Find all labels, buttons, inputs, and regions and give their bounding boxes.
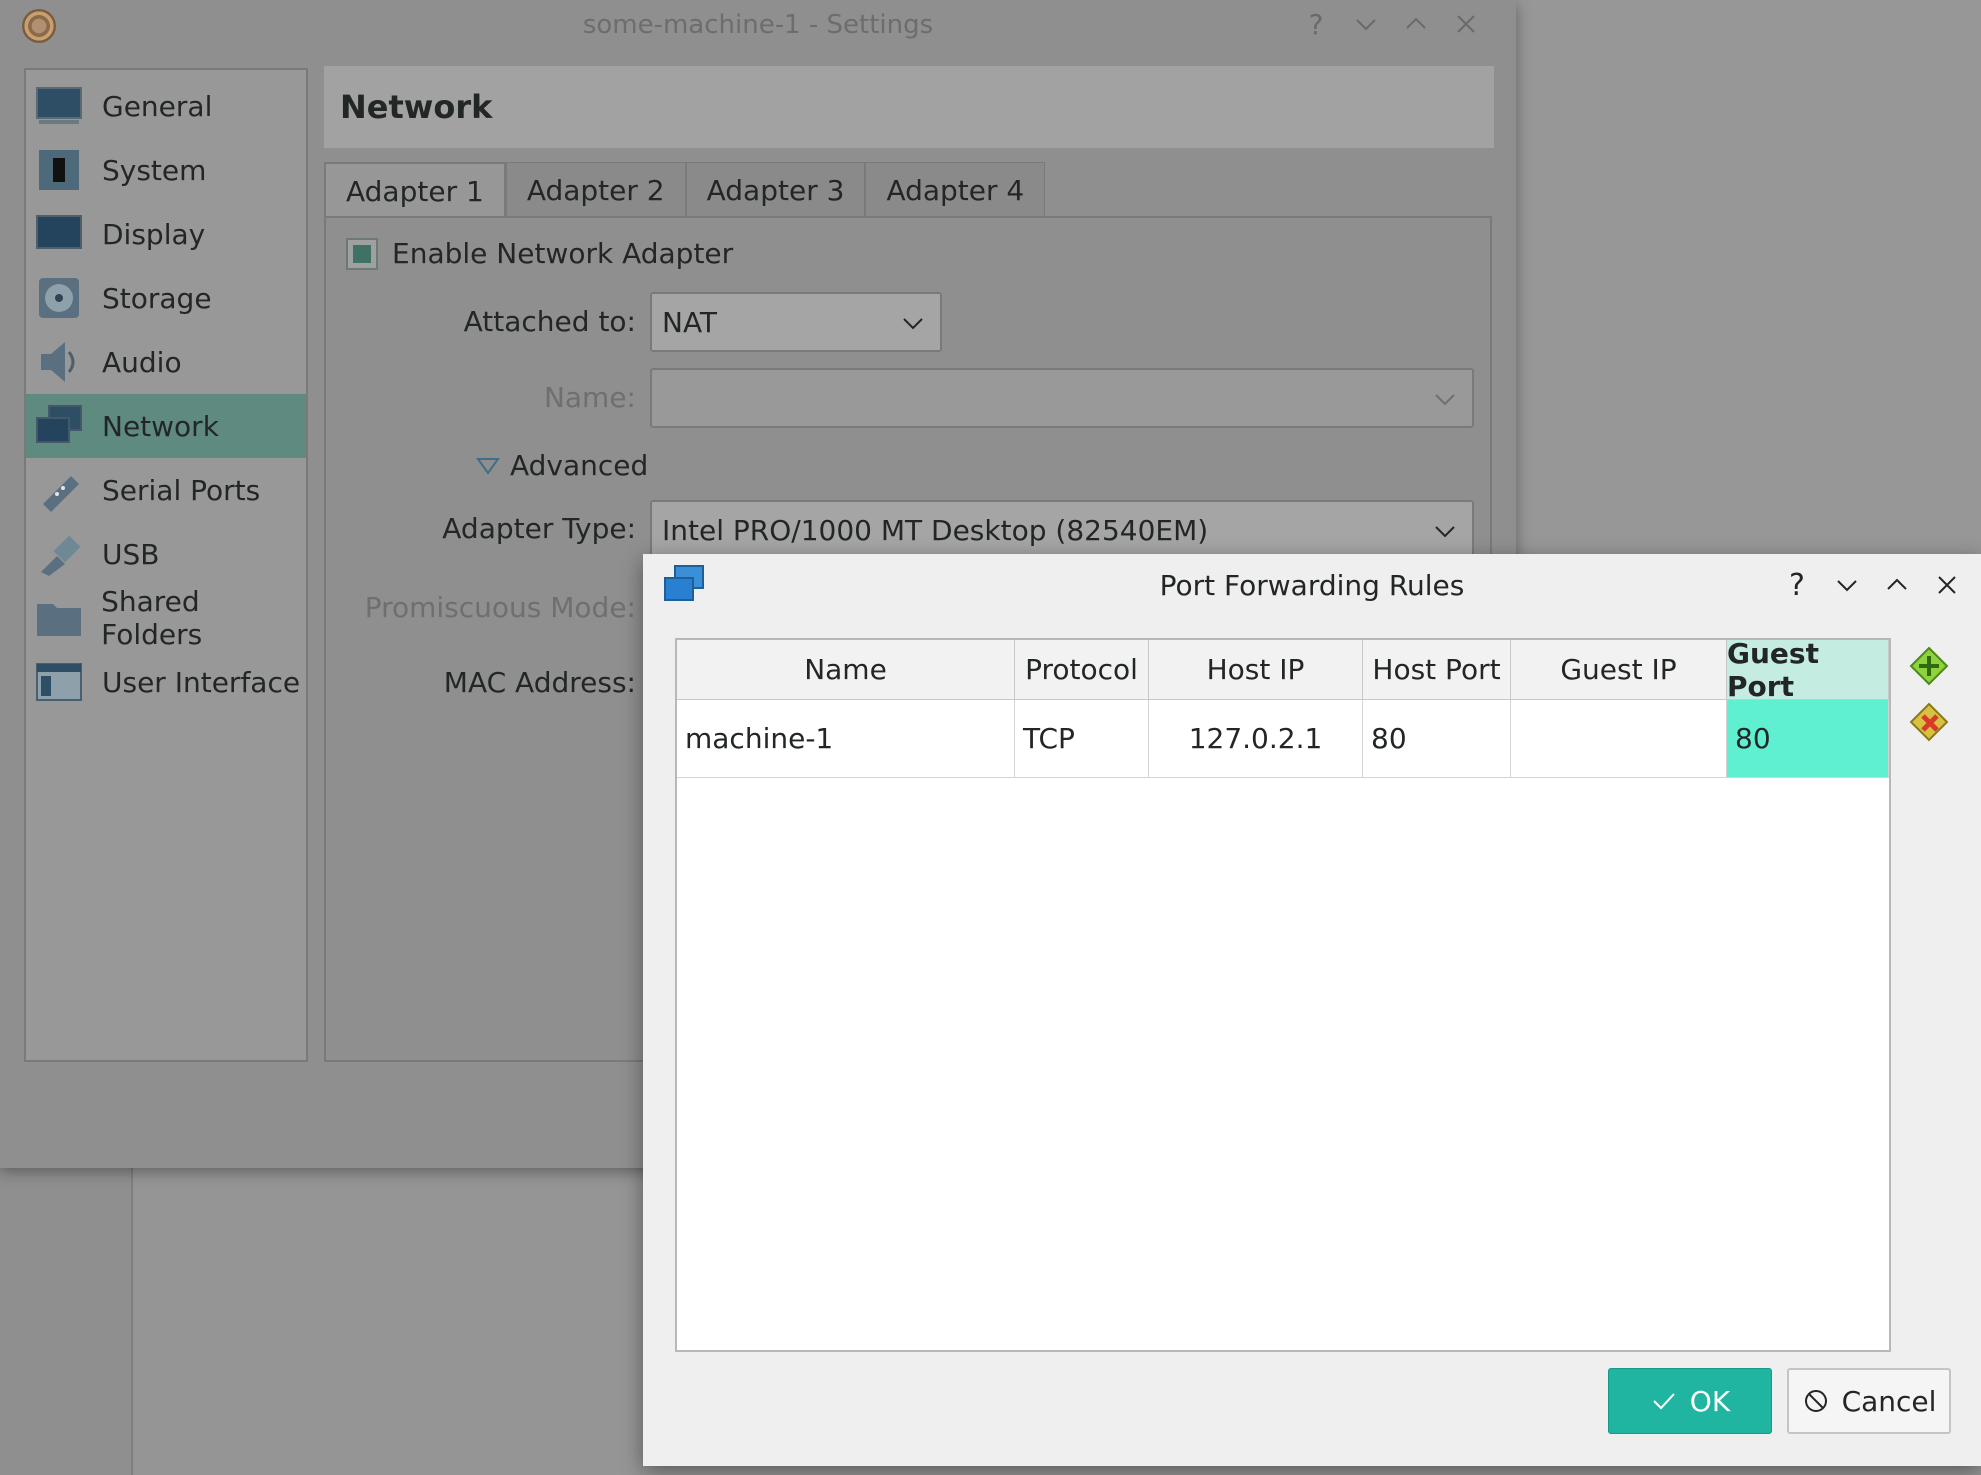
column-header-name[interactable]: Name [677, 640, 1015, 700]
sidebar-item-storage[interactable]: Storage [26, 266, 306, 330]
add-rule-icon[interactable] [1909, 646, 1949, 686]
attached-to-select[interactable]: NAT [650, 292, 942, 352]
monitor-icon [34, 83, 84, 129]
table-header: Name Protocol Host IP Host Port Guest IP… [677, 637, 1889, 703]
chevron-down-icon [1435, 394, 1455, 406]
mac-address-label: MAC Address: [443, 666, 636, 699]
column-header-protocol[interactable]: Protocol [1015, 640, 1149, 700]
sidebar-item-usb[interactable]: USB [26, 522, 306, 586]
maximize-icon[interactable] [1402, 6, 1430, 42]
column-header-host-port[interactable]: Host Port [1363, 640, 1511, 700]
settings-title: some-machine-1 - Settings [582, 10, 934, 40]
table-row[interactable]: machine-1 TCP 127.0.2.1 80 80 [677, 700, 1889, 778]
network-icon [34, 403, 84, 449]
folder-icon [34, 595, 83, 641]
serial-port-icon [34, 467, 84, 513]
enable-adapter-checkbox[interactable] [346, 237, 378, 270]
checkmark-icon [1653, 1393, 1675, 1410]
display-icon [34, 211, 84, 257]
sidebar-item-system[interactable]: System [26, 138, 306, 202]
dialog-title: Port Forwarding Rules [1159, 568, 1465, 602]
chip-icon [34, 147, 84, 193]
page-title: Network [324, 66, 1494, 148]
settings-titlebar[interactable]: some-machine-1 - Settings ? [0, 0, 1516, 50]
tab-adapter-2[interactable]: Adapter 2 [505, 162, 686, 218]
usb-icon [34, 531, 84, 577]
adapter-type-label: Adapter Type: [442, 512, 636, 545]
minimize-icon[interactable] [1833, 568, 1861, 602]
help-icon[interactable]: ? [1783, 568, 1811, 603]
close-icon[interactable] [1452, 6, 1480, 42]
name-select [650, 368, 1474, 428]
enable-adapter-label: Enable Network Adapter [392, 237, 734, 270]
dialog-titlebar[interactable]: Port Forwarding Rules ? [643, 554, 1981, 616]
tab-adapter-4[interactable]: Adapter 4 [865, 162, 1046, 218]
sidebar-item-general[interactable]: General [26, 74, 306, 138]
cancel-button[interactable]: Cancel [1787, 1368, 1951, 1434]
triangle-down-icon [476, 457, 500, 475]
cell-guest-port[interactable]: 80 [1727, 700, 1889, 778]
cell-protocol[interactable]: TCP [1015, 700, 1149, 778]
cell-host-port[interactable]: 80 [1363, 700, 1511, 778]
sidebar-item-network[interactable]: Network [26, 394, 306, 458]
maximize-icon[interactable] [1883, 568, 1911, 602]
attached-to-label: Attached to: [463, 305, 636, 338]
background-window-edge [0, 1168, 133, 1475]
chevron-down-icon [903, 318, 923, 330]
ok-button[interactable]: OK [1608, 1368, 1772, 1434]
tab-adapter-3[interactable]: Adapter 3 [685, 162, 866, 218]
enable-adapter-row[interactable]: Enable Network Adapter [346, 237, 733, 270]
cancel-icon [1804, 1390, 1827, 1412]
name-label: Name: [543, 381, 636, 414]
app-gear-icon [22, 9, 56, 43]
adapter-tabs: Adapter 1 Adapter 2 Adapter 3 Adapter 4 [324, 162, 1046, 218]
promiscuous-mode-label: Promiscuous Mode: [364, 591, 636, 624]
column-header-host-ip[interactable]: Host IP [1149, 640, 1363, 700]
close-icon[interactable] [1933, 568, 1961, 602]
cell-name[interactable]: machine-1 [677, 700, 1015, 778]
settings-sidebar: General System Display Storage Audio Net… [24, 68, 308, 1062]
port-forwarding-dialog: Port Forwarding Rules ? Name Protocol Ho… [643, 554, 1981, 1466]
cell-host-ip[interactable]: 127.0.2.1 [1149, 700, 1363, 778]
column-header-guest-port[interactable]: Guest Port [1727, 637, 1889, 703]
cell-guest-ip[interactable] [1511, 700, 1727, 778]
column-header-guest-ip[interactable]: Guest IP [1511, 640, 1727, 700]
sidebar-item-shared-folders[interactable]: Shared Folders [26, 585, 306, 651]
help-icon[interactable]: ? [1302, 6, 1330, 42]
sidebar-item-audio[interactable]: Audio [26, 330, 306, 394]
remove-rule-icon[interactable] [1909, 702, 1949, 742]
adapter-type-select[interactable]: Intel PRO/1000 MT Desktop (82540EM) [650, 500, 1474, 560]
tab-adapter-1[interactable]: Adapter 1 [324, 162, 506, 218]
background-window-panel [133, 1168, 643, 1475]
chevron-down-icon [1435, 526, 1455, 538]
advanced-toggle[interactable]: Advanced [476, 449, 648, 482]
sidebar-item-display[interactable]: Display [26, 202, 306, 266]
disk-icon [34, 275, 84, 321]
minimize-icon[interactable] [1352, 6, 1380, 42]
sidebar-item-user-interface[interactable]: User Interface [26, 650, 306, 714]
window-icon [34, 659, 84, 705]
rules-table[interactable]: Name Protocol Host IP Host Port Guest IP… [675, 637, 1891, 1352]
sidebar-item-serial-ports[interactable]: Serial Ports [26, 458, 306, 522]
network-icon [664, 565, 704, 601]
speaker-icon [34, 339, 84, 385]
